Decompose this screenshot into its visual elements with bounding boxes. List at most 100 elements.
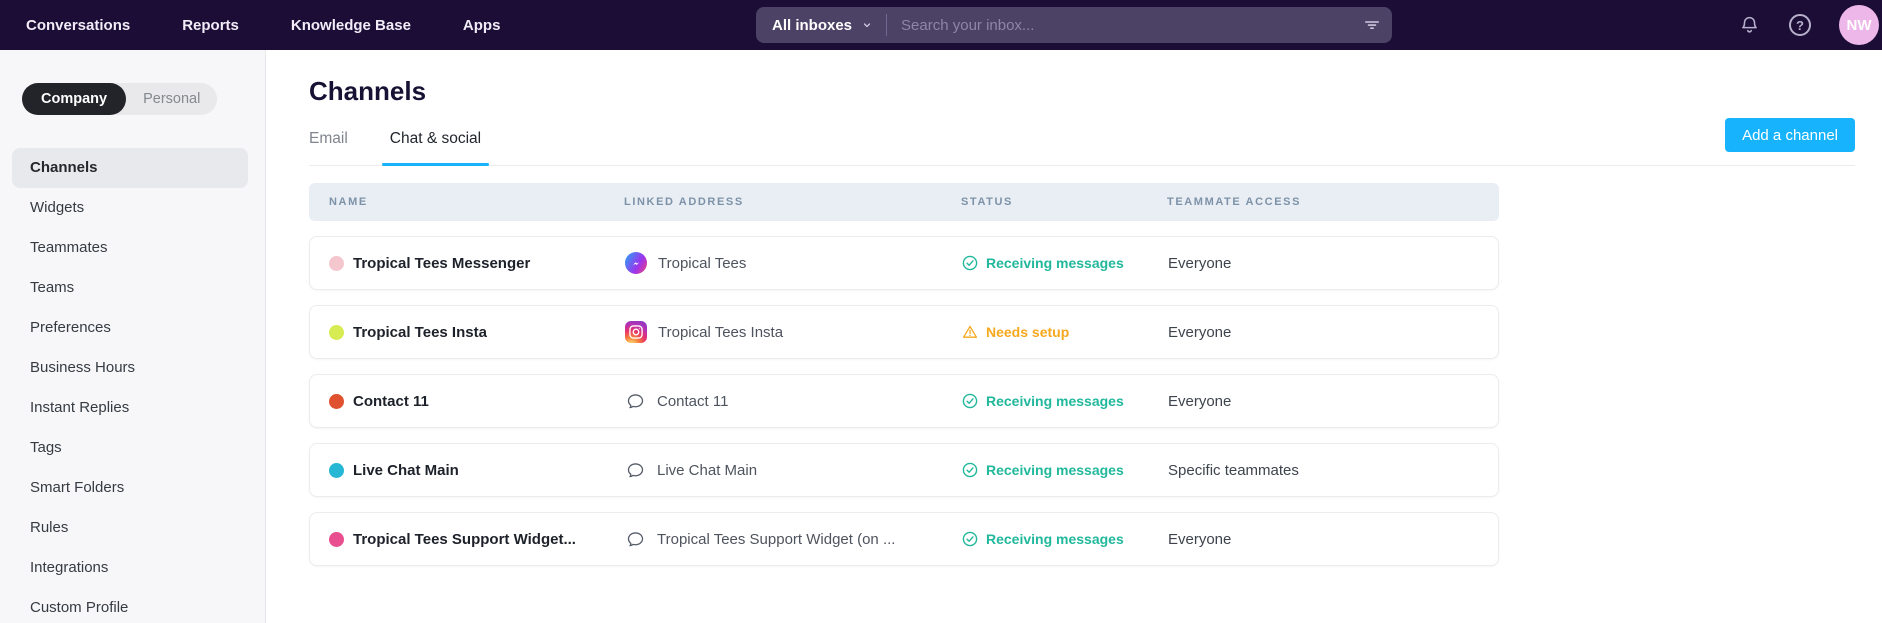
tabs-row: Email Chat & social Add a channel — [309, 106, 1855, 166]
check-circle-icon — [962, 393, 978, 409]
nav-right-actions: NW — [1738, 0, 1882, 50]
sidebar-item[interactable]: Channels — [12, 148, 248, 188]
channels-table: NAME LINKED ADDRESS STATUS TEAMMATE ACCE… — [309, 183, 1499, 566]
linked-address: Tropical Tees — [658, 255, 746, 272]
linked-address-cell: Contact 11 — [625, 391, 962, 412]
teammate-access: Specific teammates — [1168, 462, 1498, 479]
nav-item[interactable]: Knowledge Base — [291, 17, 411, 34]
status-cell: Needs setup — [962, 324, 1168, 340]
table-row[interactable]: Tropical Tees Insta Tropical Tees Insta … — [309, 305, 1499, 359]
table-header: NAME LINKED ADDRESS STATUS TEAMMATE ACCE… — [309, 183, 1499, 221]
table-row[interactable]: Tropical Tees Messenger Tropical Tees Re… — [309, 236, 1499, 290]
sidebar-item[interactable]: Teams — [12, 268, 248, 308]
chat-bubble-icon — [625, 460, 646, 481]
sidebar-item[interactable]: Instant Replies — [12, 388, 248, 428]
teammate-access: Everyone — [1168, 255, 1498, 272]
linked-address: Live Chat Main — [657, 462, 757, 479]
check-circle-icon — [962, 462, 978, 478]
status-cell: Receiving messages — [962, 255, 1168, 271]
channel-name-cell: Live Chat Main — [310, 462, 625, 479]
sidebar-item[interactable]: Smart Folders — [12, 468, 248, 508]
top-nav: Conversations Reports Knowledge Base Apps A… — [0, 0, 1882, 50]
channel-name-cell: Contact 11 — [310, 393, 625, 410]
toggle-company[interactable]: Company — [22, 83, 126, 115]
teammate-access: Everyone — [1168, 531, 1498, 548]
status-text: Needs setup — [986, 324, 1069, 340]
messenger-icon — [625, 252, 647, 274]
channel-color-dot — [329, 394, 344, 409]
sidebar-item[interactable]: Business Hours — [12, 348, 248, 388]
channel-name: Live Chat Main — [353, 462, 459, 479]
check-circle-icon — [962, 531, 978, 547]
status-cell: Receiving messages — [962, 462, 1168, 478]
check-circle-icon — [962, 255, 978, 271]
status-cell: Receiving messages — [962, 531, 1168, 547]
column-header-teammate-access: TEAMMATE ACCESS — [1167, 196, 1499, 208]
tab[interactable]: Chat & social — [390, 130, 481, 165]
search-scope-dropdown[interactable]: All inboxes — [756, 17, 886, 34]
teammate-access: Everyone — [1168, 393, 1498, 410]
linked-address-cell: Tropical Tees Insta — [625, 321, 962, 343]
channel-name-cell: Tropical Tees Support Widget... — [310, 531, 625, 548]
instagram-icon — [625, 321, 647, 343]
channel-name-cell: Tropical Tees Messenger — [310, 255, 625, 272]
linked-address: Tropical Tees Support Widget (on ... — [657, 531, 895, 548]
channel-color-dot — [329, 325, 344, 340]
help-icon[interactable] — [1789, 14, 1811, 36]
sidebar-menu: ChannelsWidgetsTeammatesTeamsPreferences… — [0, 148, 265, 623]
nav-item[interactable]: Conversations — [26, 17, 130, 34]
tabs: Email Chat & social — [309, 130, 481, 165]
sidebar-item[interactable]: Widgets — [12, 188, 248, 228]
search-scope-label: All inboxes — [772, 17, 852, 34]
status-cell: Receiving messages — [962, 393, 1168, 409]
tab[interactable]: Email — [309, 130, 348, 165]
nav-item[interactable]: Reports — [182, 17, 239, 34]
chevron-down-icon — [861, 19, 873, 31]
linked-address-cell: Tropical Tees Support Widget (on ... — [625, 529, 962, 550]
table-row[interactable]: Tropical Tees Support Widget... Tropical… — [309, 512, 1499, 566]
teammate-access: Everyone — [1168, 324, 1498, 341]
table-row[interactable]: Live Chat Main Live Chat Main Receiving … — [309, 443, 1499, 497]
workspace-toggle: Company Personal — [22, 83, 217, 115]
linked-address: Contact 11 — [657, 393, 728, 410]
linked-address-cell: Tropical Tees — [625, 252, 962, 274]
channel-color-dot — [329, 463, 344, 478]
column-header-linked-address: LINKED ADDRESS — [624, 196, 961, 208]
channel-name-cell: Tropical Tees Insta — [310, 324, 625, 341]
user-avatar[interactable]: NW — [1839, 5, 1879, 45]
page-title: Channels — [309, 76, 1855, 106]
channel-name: Tropical Tees Messenger — [353, 255, 530, 272]
linked-address: Tropical Tees Insta — [658, 324, 783, 341]
channel-name: Tropical Tees Support Widget... — [353, 531, 576, 548]
search-input[interactable]: Search your inbox... — [887, 17, 1362, 34]
channel-name: Tropical Tees Insta — [353, 324, 487, 341]
sidebar-item[interactable]: Integrations — [12, 548, 248, 588]
nav-item[interactable]: Apps — [463, 17, 501, 34]
add-channel-button[interactable]: Add a channel — [1725, 118, 1855, 152]
inbox-search-bar[interactable]: All inboxes Search your inbox... — [756, 7, 1392, 43]
chat-bubble-icon — [625, 529, 646, 550]
chat-bubble-icon — [625, 391, 646, 412]
toggle-personal[interactable]: Personal — [126, 83, 217, 115]
status-text: Receiving messages — [986, 531, 1124, 547]
settings-sidebar: Company Personal ChannelsWidgetsTeammate… — [0, 50, 266, 623]
status-text: Receiving messages — [986, 255, 1124, 271]
status-text: Receiving messages — [986, 462, 1124, 478]
sidebar-item[interactable]: Teammates — [12, 228, 248, 268]
main-content: Channels Email Chat & social Add a channe… — [266, 50, 1882, 623]
sidebar-item[interactable]: Custom Profile — [12, 588, 248, 623]
sidebar-item[interactable]: Tags — [12, 428, 248, 468]
sidebar-item[interactable]: Preferences — [12, 308, 248, 348]
linked-address-cell: Live Chat Main — [625, 460, 962, 481]
table-body: Tropical Tees Messenger Tropical Tees Re… — [309, 236, 1499, 566]
channel-color-dot — [329, 256, 344, 271]
warning-icon — [962, 324, 978, 340]
channel-color-dot — [329, 532, 344, 547]
filter-icon[interactable] — [1362, 15, 1382, 35]
status-text: Receiving messages — [986, 393, 1124, 409]
column-header-status: STATUS — [961, 196, 1167, 208]
table-row[interactable]: Contact 11 Contact 11 Receiving messages… — [309, 374, 1499, 428]
channel-name: Contact 11 — [353, 393, 429, 410]
sidebar-item[interactable]: Rules — [12, 508, 248, 548]
notifications-bell-icon[interactable] — [1738, 14, 1761, 37]
